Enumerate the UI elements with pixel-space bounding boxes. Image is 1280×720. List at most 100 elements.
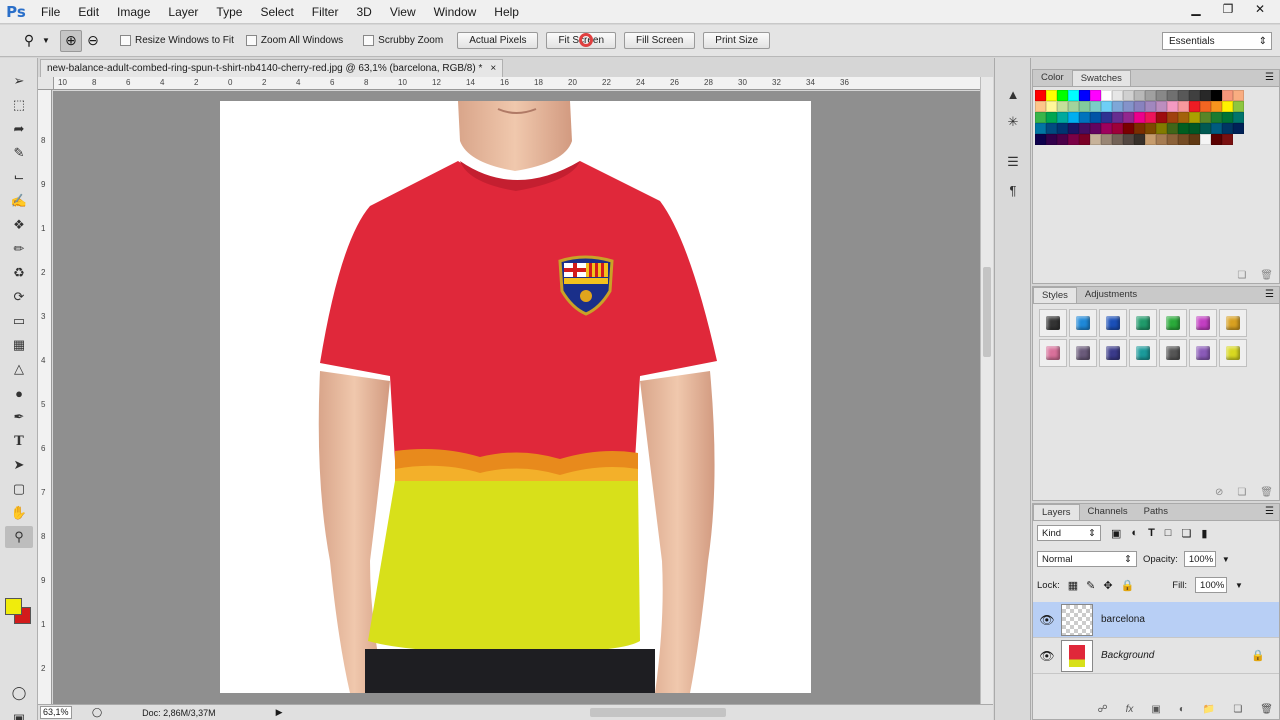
foreground-color-swatch[interactable]	[5, 598, 22, 615]
color-swatch[interactable]	[1233, 112, 1244, 123]
quick-select-tool-icon[interactable]: ✎	[5, 142, 33, 164]
quick-mask-icon[interactable]: ◯	[5, 682, 33, 704]
color-swatch[interactable]	[1057, 90, 1068, 101]
color-swatch[interactable]	[1035, 134, 1046, 145]
color-swatch[interactable]	[1156, 123, 1167, 134]
panel-menu-icon[interactable]: ☰	[1265, 289, 1274, 300]
eyedropper-tool-icon[interactable]: ✍	[5, 190, 33, 212]
color-swatch[interactable]	[1156, 90, 1167, 101]
layer-name[interactable]: Background	[1101, 650, 1154, 661]
color-swatch[interactable]	[1079, 134, 1090, 145]
color-swatch[interactable]	[1068, 134, 1079, 145]
pixel-filter-icon[interactable]: ▣	[1111, 527, 1121, 540]
brush-panel-icon[interactable]: ☰	[1000, 150, 1026, 174]
color-swatch[interactable]	[1178, 123, 1189, 134]
history-brush-tool-icon[interactable]: ⟳	[5, 286, 33, 308]
scrubby-zoom-checkbox[interactable]: Scrubby Zoom	[363, 35, 443, 46]
color-swatch[interactable]	[1057, 112, 1068, 123]
zoom-in-icon[interactable]: ⊕	[60, 29, 82, 52]
resize-windows-checkbox[interactable]: Resize Windows to Fit	[120, 35, 234, 46]
color-swatch[interactable]	[1101, 90, 1112, 101]
color-swatch[interactable]	[1222, 134, 1233, 145]
fit-screen-button[interactable]: Fit Screen	[546, 32, 617, 49]
color-swatch[interactable]	[1123, 112, 1134, 123]
tab-layers[interactable]: Layers	[1033, 504, 1080, 520]
color-swatch[interactable]	[1068, 112, 1079, 123]
history-panel-icon[interactable]: ▲	[1000, 82, 1026, 106]
color-swatch[interactable]	[1222, 101, 1233, 112]
fx-icon[interactable]: fx	[1126, 704, 1134, 715]
color-swatch[interactable]	[1222, 123, 1233, 134]
menu-select[interactable]: Select	[251, 0, 302, 24]
color-swatch[interactable]	[1057, 101, 1068, 112]
color-swatch[interactable]	[1167, 90, 1178, 101]
hand-tool-icon[interactable]: ✋	[5, 502, 33, 524]
color-swatch[interactable]	[1134, 123, 1145, 134]
color-swatch[interactable]	[1145, 112, 1156, 123]
style-preset[interactable]	[1069, 339, 1097, 367]
color-swatch[interactable]	[1200, 112, 1211, 123]
color-swatch[interactable]	[1145, 134, 1156, 145]
color-swatch[interactable]	[1035, 123, 1046, 134]
color-swatch[interactable]	[1167, 123, 1178, 134]
color-swatch[interactable]	[1057, 134, 1068, 145]
add-mask-icon[interactable]: ▣	[1151, 704, 1160, 715]
zoom-tool-icon[interactable]: ⚲	[18, 30, 40, 52]
link-layers-icon[interactable]: ☍	[1097, 704, 1107, 715]
color-swatch[interactable]	[1167, 112, 1178, 123]
character-panel-icon[interactable]: ¶	[1000, 178, 1026, 202]
color-swatch[interactable]	[1200, 90, 1211, 101]
color-swatch[interactable]	[1167, 101, 1178, 112]
vertical-scrollbar[interactable]	[980, 77, 993, 704]
color-swatch[interactable]	[1134, 134, 1145, 145]
tool-preset-chevron-icon[interactable]: ▼	[40, 30, 52, 52]
color-swatch[interactable]	[1090, 123, 1101, 134]
color-swatch[interactable]	[1178, 90, 1189, 101]
color-swatch[interactable]	[1046, 101, 1057, 112]
color-swatch[interactable]	[1035, 101, 1046, 112]
delete-swatch-icon[interactable]: 🗑	[1260, 270, 1273, 281]
fill-field[interactable]: 100%	[1195, 577, 1228, 593]
color-swatch[interactable]	[1200, 123, 1211, 134]
style-preset[interactable]	[1099, 339, 1127, 367]
color-swatch[interactable]	[1112, 134, 1123, 145]
brush-tool-icon[interactable]: ✏	[5, 238, 33, 260]
color-swatch[interactable]	[1079, 123, 1090, 134]
color-swatch[interactable]	[1046, 134, 1057, 145]
lock-all-icon[interactable]: 🔒	[1121, 579, 1135, 592]
print-size-button[interactable]: Print Size	[703, 32, 771, 49]
properties-panel-icon[interactable]: ✳	[1000, 110, 1026, 134]
color-swatch[interactable]	[1112, 112, 1123, 123]
lock-image-icon[interactable]: ✎	[1086, 579, 1095, 592]
style-preset[interactable]	[1219, 309, 1247, 337]
layer-name[interactable]: barcelona	[1101, 614, 1145, 625]
restore-button[interactable]: ❐	[1214, 0, 1242, 18]
color-swatch[interactable]	[1101, 112, 1112, 123]
color-swatch[interactable]	[1101, 123, 1112, 134]
color-swatch[interactable]	[1156, 134, 1167, 145]
color-swatch[interactable]	[1178, 101, 1189, 112]
document-tab[interactable]: new-balance-adult-combed-ring-spun-t-shi…	[40, 59, 504, 77]
color-swatch[interactable]	[1167, 134, 1178, 145]
horizontal-scroll-thumb[interactable]	[590, 708, 726, 717]
path-selection-tool-icon[interactable]: ➤	[5, 454, 33, 476]
zoom-all-windows-checkbox[interactable]: Zoom All Windows	[245, 35, 343, 46]
layer-row-barcelona[interactable]: 👁 barcelona	[1033, 602, 1279, 638]
menu-help[interactable]: Help	[485, 0, 528, 24]
style-preset[interactable]	[1219, 339, 1247, 367]
color-swatch[interactable]	[1123, 90, 1134, 101]
color-swatch[interactable]	[1090, 90, 1101, 101]
eraser-tool-icon[interactable]: ▭	[5, 310, 33, 332]
style-preset[interactable]	[1189, 339, 1217, 367]
color-swatch[interactable]	[1178, 112, 1189, 123]
color-swatch[interactable]	[1134, 112, 1145, 123]
color-swatch[interactable]	[1145, 101, 1156, 112]
smart-object-filter-icon[interactable]: ❏	[1181, 527, 1191, 540]
tab-color[interactable]: Color	[1033, 70, 1072, 86]
color-swatch[interactable]	[1200, 134, 1211, 145]
style-preset[interactable]	[1159, 339, 1187, 367]
color-swatch[interactable]	[1233, 123, 1244, 134]
color-swatch[interactable]	[1123, 134, 1134, 145]
status-menu-arrow[interactable]: ▶	[276, 707, 283, 718]
color-swatch[interactable]	[1046, 90, 1057, 101]
